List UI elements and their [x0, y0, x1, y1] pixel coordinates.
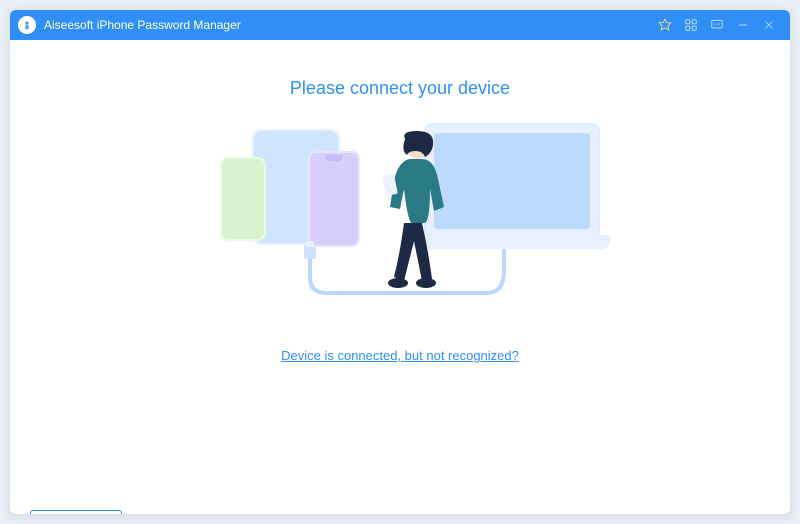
- phone-purple-icon: [308, 151, 360, 247]
- premium-icon[interactable]: [652, 10, 678, 40]
- feedback-icon[interactable]: [704, 10, 730, 40]
- app-logo-icon: [18, 16, 36, 34]
- headline: Please connect your device: [10, 78, 790, 99]
- device-not-recognized-link[interactable]: Device is connected, but not recognized?: [281, 348, 519, 363]
- apps-icon[interactable]: [678, 10, 704, 40]
- hint-area: Device is connected, but not recognized?: [10, 347, 790, 365]
- close-button[interactable]: [756, 10, 782, 40]
- minimize-button[interactable]: [730, 10, 756, 40]
- phone-green-icon: [220, 157, 266, 241]
- titlebar: Aiseesoft iPhone Password Manager: [10, 10, 790, 40]
- connect-illustration: [190, 123, 610, 323]
- view-history-button[interactable]: View History: [30, 510, 122, 514]
- app-title: Aiseesoft iPhone Password Manager: [44, 18, 241, 32]
- app-window: Aiseesoft iPhone Password Manager Please…: [10, 10, 790, 514]
- content-area: Please connect your device: [10, 78, 790, 514]
- person-icon: [380, 131, 450, 291]
